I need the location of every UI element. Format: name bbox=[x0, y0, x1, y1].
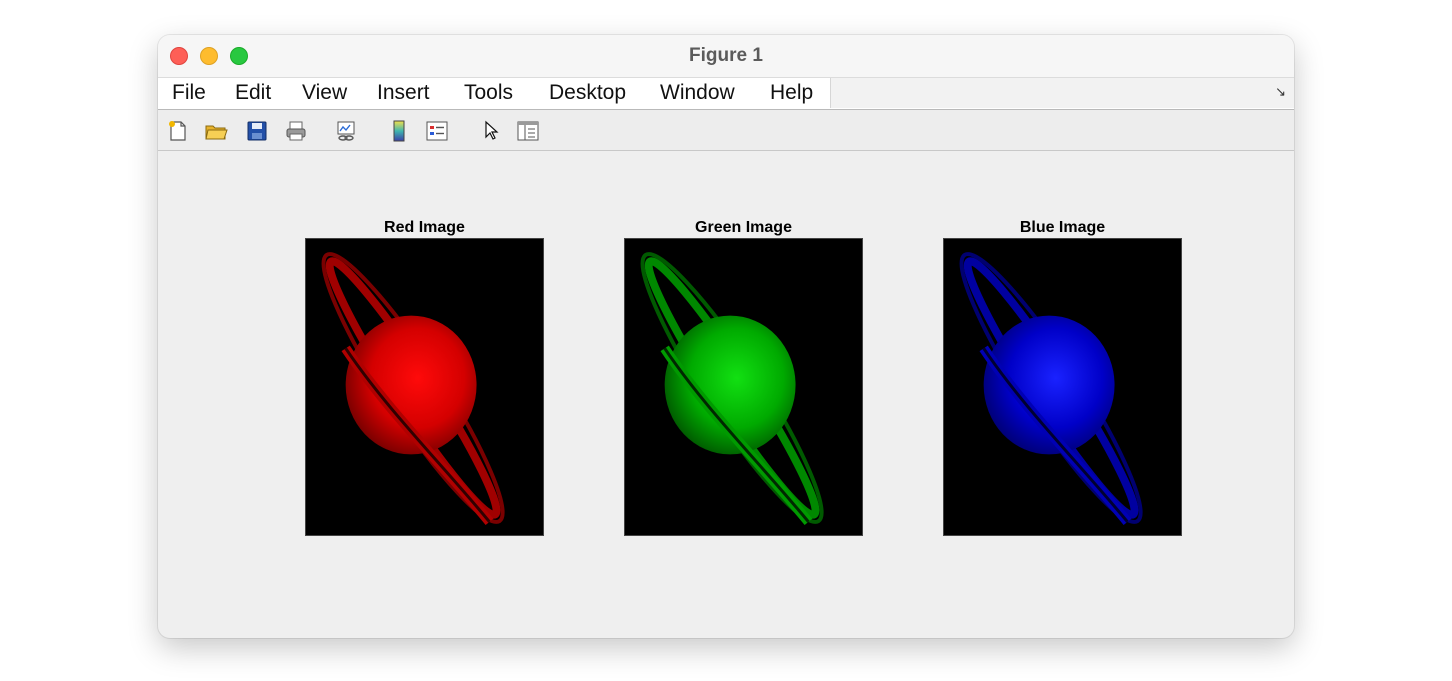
menu-window[interactable]: Window bbox=[660, 81, 735, 105]
legend-icon[interactable] bbox=[425, 119, 449, 143]
menu-view[interactable]: View bbox=[302, 81, 347, 105]
menu-desktop[interactable]: Desktop bbox=[549, 81, 626, 105]
link-plot-icon[interactable] bbox=[334, 119, 358, 143]
red-saturn-image bbox=[321, 252, 505, 526]
property-editor-icon[interactable] bbox=[516, 119, 540, 143]
pointer-icon[interactable] bbox=[479, 119, 503, 143]
green-saturn-image bbox=[640, 252, 824, 526]
blue-image-axes[interactable] bbox=[943, 238, 1182, 536]
blue-image-title: Blue Image bbox=[1019, 219, 1106, 236]
menu-edit[interactable]: Edit bbox=[235, 81, 271, 105]
menu-bar: File Edit View Insert Tools Desktop Wind… bbox=[158, 78, 1294, 110]
new-figure-icon[interactable] bbox=[166, 119, 190, 143]
red-image-title: Red Image bbox=[384, 219, 465, 236]
print-icon[interactable] bbox=[284, 119, 308, 143]
blue-saturn-image bbox=[959, 252, 1143, 526]
title-bar: Figure 1 bbox=[158, 35, 1294, 78]
menu-insert[interactable]: Insert bbox=[377, 81, 430, 105]
red-image-axes[interactable] bbox=[305, 238, 544, 536]
toolbar bbox=[158, 110, 1294, 151]
save-icon[interactable] bbox=[245, 119, 269, 143]
open-file-icon[interactable] bbox=[204, 119, 228, 143]
green-image-title: Green Image bbox=[695, 219, 792, 236]
colorbar-icon[interactable] bbox=[387, 119, 411, 143]
green-image-axes[interactable] bbox=[624, 238, 863, 536]
menu-help[interactable]: Help bbox=[770, 81, 813, 105]
arrow-icon[interactable]: ↘ bbox=[1275, 84, 1286, 100]
figure-window: Figure 1 File Edit View Insert Tools Des… bbox=[158, 35, 1294, 638]
menu-file[interactable]: File bbox=[172, 81, 206, 105]
window-title: Figure 1 bbox=[689, 45, 763, 66]
menu-tools[interactable]: Tools bbox=[464, 81, 513, 105]
